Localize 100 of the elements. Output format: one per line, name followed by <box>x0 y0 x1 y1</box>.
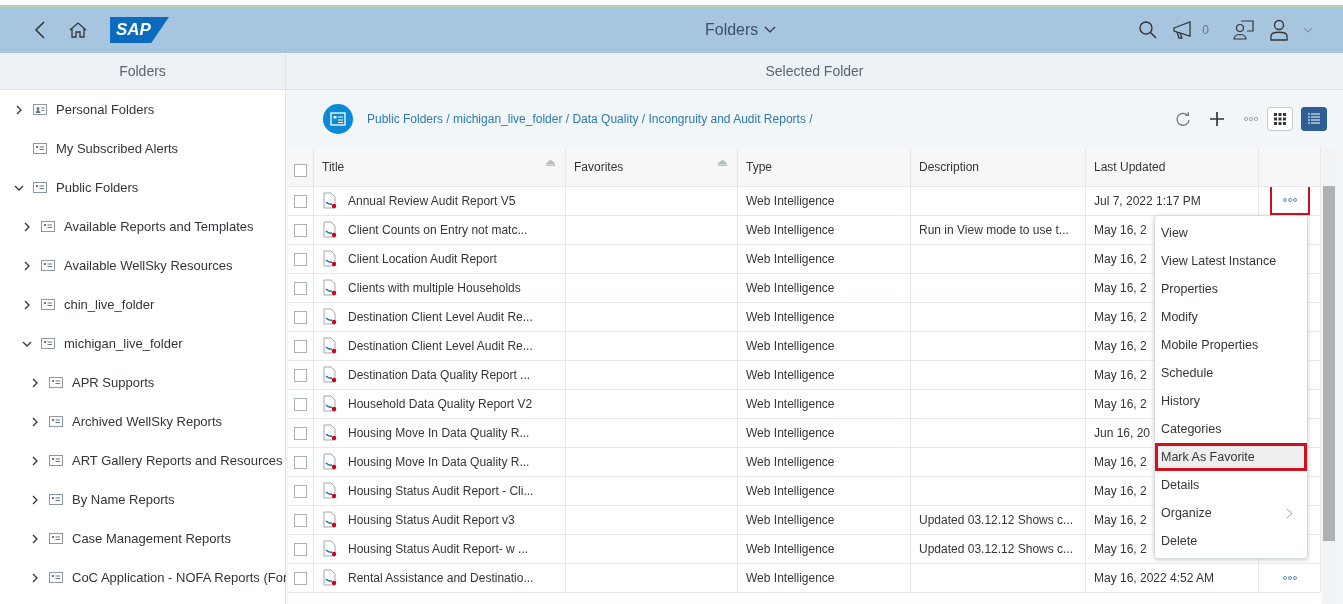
table-cell: Web Intelligence <box>746 513 835 527</box>
table-cell: Web Intelligence <box>746 426 835 440</box>
menu-item[interactable]: Schedule <box>1155 359 1307 387</box>
report-title[interactable]: Housing Move In Data Quality R... <box>348 426 530 440</box>
more-icon[interactable] <box>1243 116 1259 122</box>
column-header[interactable]: Description <box>919 160 980 174</box>
row-checkbox[interactable] <box>294 426 307 440</box>
folder-badge-icon <box>323 104 353 134</box>
row-checkbox[interactable] <box>294 571 307 585</box>
report-title[interactable]: Clients with multiple Households <box>348 281 521 295</box>
report-title[interactable]: Housing Status Audit Report- w ... <box>348 542 529 556</box>
chevron-right-icon[interactable] <box>14 104 24 115</box>
people-icon[interactable] <box>1233 19 1255 41</box>
tree-item[interactable]: Public Folders <box>56 180 139 195</box>
chevron-right-icon[interactable] <box>22 299 32 310</box>
row-checkbox[interactable] <box>294 542 307 556</box>
report-title[interactable]: Household Data Quality Report V2 <box>348 397 533 411</box>
report-title[interactable]: Annual Review Audit Report V5 <box>348 194 516 208</box>
tree-item[interactable]: chin_live_folder <box>64 297 155 312</box>
row-checkbox[interactable] <box>294 281 307 295</box>
home-icon[interactable] <box>68 21 88 39</box>
row-checkbox[interactable] <box>294 310 307 324</box>
tree-item[interactable]: ART Gallery Reports and Resources <box>72 453 283 468</box>
report-title[interactable]: Destination Client Level Audit Re... <box>348 339 533 353</box>
tree-item[interactable]: By Name Reports <box>72 492 175 507</box>
list-view-button[interactable] <box>1301 107 1327 131</box>
column-header[interactable]: Last Updated <box>1094 160 1166 174</box>
folder-icon <box>33 143 47 154</box>
scrollbar[interactable] <box>1323 148 1335 604</box>
chevron-right-icon[interactable] <box>30 533 40 544</box>
tree-item[interactable]: My Subscribed Alerts <box>56 141 179 156</box>
column-header[interactable]: Favorites <box>574 160 624 174</box>
report-title[interactable]: Housing Move In Data Quality R... <box>348 455 530 469</box>
report-title[interactable]: Client Location Audit Report <box>348 252 497 266</box>
document-icon <box>322 279 338 297</box>
chevron-down-icon[interactable] <box>764 26 777 34</box>
folder-icon <box>41 299 55 310</box>
chevron-right-icon[interactable] <box>30 572 40 583</box>
app-title[interactable]: Folders <box>704 21 759 39</box>
row-checkbox[interactable] <box>294 194 307 208</box>
report-title[interactable]: Client Counts on Entry not matc... <box>348 223 528 237</box>
report-title[interactable]: Destination Data Quality Report ... <box>348 368 531 382</box>
tree-item[interactable]: Available WellSky Resources <box>64 258 233 273</box>
tree-item[interactable]: michigan_live_folder <box>64 336 183 351</box>
tree-item[interactable]: Available Reports and Templates <box>64 219 254 234</box>
chevron-right-icon[interactable] <box>30 416 40 427</box>
select-all-checkbox[interactable] <box>294 164 307 177</box>
menu-item[interactable]: Organize <box>1155 499 1307 527</box>
report-title[interactable]: Housing Status Audit Report v3 <box>348 513 515 527</box>
tree-item[interactable]: Personal Folders <box>56 102 155 117</box>
menu-item[interactable]: Mobile Properties <box>1155 331 1307 359</box>
document-icon <box>322 308 338 326</box>
logo[interactable]: SAP <box>110 17 169 43</box>
document-icon <box>322 221 338 239</box>
list-icon <box>1308 113 1320 125</box>
menu-item[interactable]: Delete <box>1155 527 1307 555</box>
chevron-right-icon[interactable] <box>22 221 32 232</box>
back-icon[interactable] <box>34 20 46 40</box>
plus-icon[interactable] <box>1209 111 1225 127</box>
row-checkbox[interactable] <box>294 252 307 266</box>
row-checkbox[interactable] <box>294 455 307 469</box>
row-checkbox[interactable] <box>294 223 307 237</box>
menu-item[interactable]: View Latest Instance <box>1155 247 1307 275</box>
report-title[interactable]: Destination Client Level Audit Re... <box>348 310 533 324</box>
tree-item[interactable]: Archived WellSky Reports <box>72 414 223 429</box>
chevron-right-icon[interactable] <box>30 494 40 505</box>
row-checkbox[interactable] <box>294 368 307 382</box>
table-cell: May 16, 2 <box>1094 223 1147 237</box>
report-title[interactable]: Housing Status Audit Report - Cli... <box>348 484 534 498</box>
menu-item[interactable]: View <box>1155 219 1307 247</box>
search-icon[interactable] <box>1138 20 1159 40</box>
row-checkbox[interactable] <box>294 339 307 353</box>
document-icon <box>322 540 338 558</box>
report-title[interactable]: Rental Assistance and Destinatio... <box>348 571 534 585</box>
folder-icon <box>49 455 63 466</box>
grid-view-button[interactable] <box>1267 107 1293 131</box>
menu-item[interactable]: History <box>1155 387 1307 415</box>
chevron-right-icon[interactable] <box>30 377 40 388</box>
menu-item[interactable]: Modify <box>1155 303 1307 331</box>
document-icon <box>322 482 338 500</box>
tree-item[interactable]: APR Supports <box>72 375 155 390</box>
menu-item[interactable]: Mark As Favorite <box>1155 443 1307 471</box>
tree-item[interactable]: Case Management Reports <box>72 531 231 546</box>
breadcrumb[interactable]: Public Folders / michigan_live_folder / Data Quality / Incongruity and Audit Reports / <box>367 112 1161 126</box>
menu-item[interactable]: Properties <box>1155 275 1307 303</box>
folder-icon <box>41 338 55 349</box>
row-checkbox[interactable] <box>294 513 307 527</box>
chevron-right-icon[interactable] <box>22 260 32 271</box>
column-header[interactable]: Title <box>322 160 345 174</box>
row-checkbox[interactable] <box>294 397 307 411</box>
document-icon <box>322 337 338 355</box>
chevron-right-icon[interactable] <box>30 455 40 466</box>
user-icon[interactable] <box>1269 19 1289 41</box>
row-checkbox[interactable] <box>294 484 307 498</box>
column-header[interactable]: Type <box>746 160 772 174</box>
tree-item[interactable]: CoC Application - NOFA Reports (For <box>72 570 288 585</box>
menu-item[interactable]: Details <box>1155 471 1307 499</box>
menu-item[interactable]: Categories <box>1155 415 1307 443</box>
refresh-icon[interactable] <box>1175 111 1191 127</box>
table-cell: May 16, 2 <box>1094 281 1147 295</box>
